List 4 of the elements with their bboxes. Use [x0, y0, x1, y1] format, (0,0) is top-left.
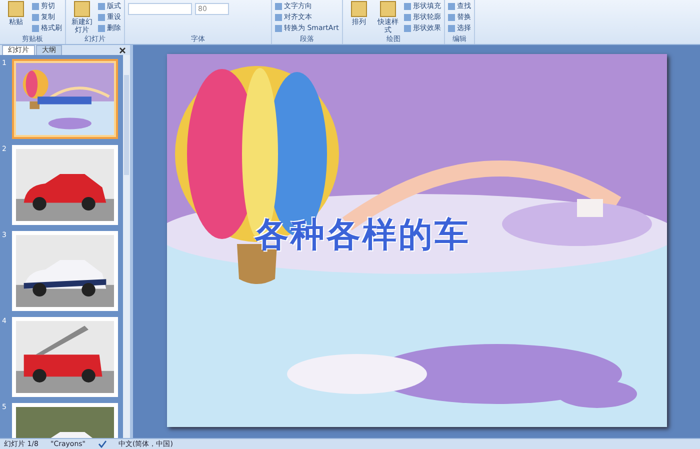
spellcheck-icon[interactable] [98, 440, 107, 448]
scrollbar[interactable] [123, 55, 130, 438]
font-name-field[interactable] [128, 3, 192, 15]
close-icon[interactable] [119, 46, 126, 55]
